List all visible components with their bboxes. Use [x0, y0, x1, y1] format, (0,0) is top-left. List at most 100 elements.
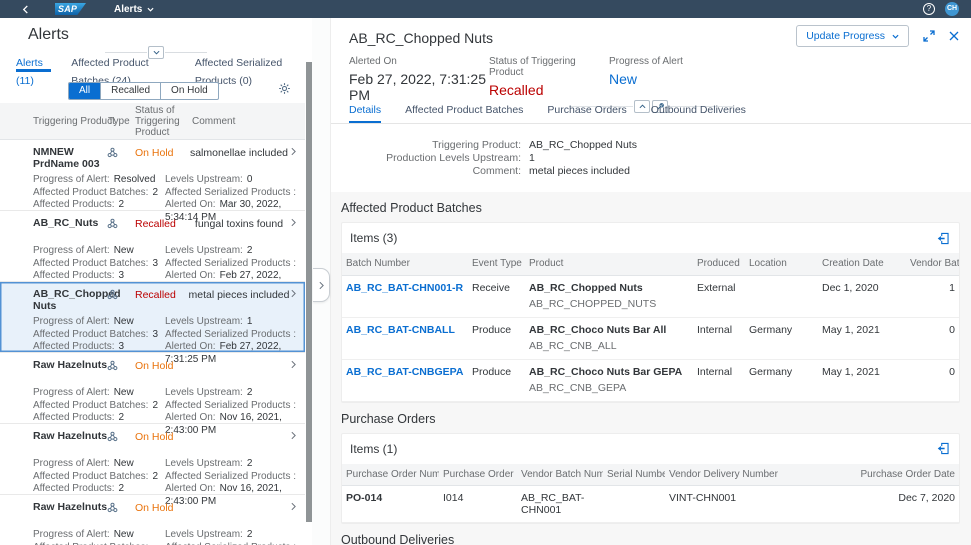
alert-list-item[interactable]: Raw Hazelnuts On Hold Progress of Alert:…	[0, 353, 305, 424]
alert-detail-panel: AB_RC_Chopped Nuts Update Progress Alert…	[330, 18, 971, 545]
alert-list-item[interactable]: NMNEW PrdName 003 On Hold salmonellae in…	[0, 140, 305, 211]
chevron-right-icon[interactable]	[291, 289, 296, 301]
batches-table-body: AB_RC_BAT-CHN001-R Receive AB_RC_Chopped…	[342, 275, 959, 401]
detail-tab-3[interactable]: Outbound Deliveries	[651, 99, 746, 123]
chevron-down-icon	[892, 34, 899, 39]
batches-table-header: Batch NumberEvent TypeProductProducedLoc…	[342, 253, 959, 275]
column-header: Vendor Batches	[906, 253, 959, 275]
batch-number-link[interactable]: AB_RC_BAT-CNBALL	[346, 324, 455, 336]
batch-cluster-icon	[107, 360, 118, 374]
form-label: Comment:	[331, 165, 521, 178]
form-row: Production Levels Upstream: 1	[331, 152, 971, 165]
gear-icon[interactable]	[278, 82, 291, 98]
form-value: metal pieces included	[529, 165, 630, 178]
panel-expander-handle[interactable]	[313, 268, 330, 302]
column-header: Location	[745, 253, 818, 275]
detail-tab-2[interactable]: Purchase Orders	[547, 99, 626, 123]
batches-items-title: Items (3)	[350, 231, 397, 245]
section-title-batches: Affected Product Batches	[331, 192, 971, 222]
column-header: Purchase Order Number	[342, 464, 439, 486]
column-header-comment: Comment	[192, 116, 235, 127]
po-table-body: PO-014 I014 AB_RC_BAT-CHN001 VINT-CHN001…	[342, 486, 959, 523]
alerts-table-header: Triggering Product Type Status of Trigge…	[0, 103, 305, 140]
alert-status: On Hold	[135, 431, 174, 443]
table-row[interactable]: PO-014 I014 AB_RC_BAT-CHN001 VINT-CHN001…	[342, 486, 959, 523]
chevron-right-icon[interactable]	[291, 431, 296, 443]
alert-product-name: Raw Hazelnuts	[33, 360, 115, 372]
column-header-type: Type	[108, 116, 130, 127]
master-tab-0[interactable]: Alerts (11)	[16, 54, 51, 72]
detail-tab-0[interactable]: Details	[349, 99, 381, 123]
detail-title: AB_RC_Chopped Nuts	[349, 30, 493, 46]
master-tab-1[interactable]: Affected Product Batches (24)	[71, 54, 175, 72]
details-form: Triggering Product: AB_RC_Chopped Nuts P…	[331, 124, 971, 192]
status-label: Status of Triggering Product	[489, 56, 609, 78]
filter-button-1[interactable]: Recalled	[100, 83, 160, 99]
chevron-right-icon	[319, 281, 324, 290]
detail-tab-1[interactable]: Affected Product Batches	[405, 99, 523, 123]
detail-header: AB_RC_Chopped Nuts Update Progress Alert…	[331, 18, 971, 124]
column-header: Product	[525, 253, 693, 275]
alert-comment: fungal toxins found	[188, 218, 290, 230]
batch-cluster-icon	[107, 502, 118, 516]
purchase-orders-table: Purchase Order NumberPurchase Order Item…	[342, 464, 959, 524]
chevron-right-icon[interactable]	[291, 147, 296, 159]
alert-status: Recalled	[135, 289, 176, 301]
filter-button-0[interactable]: All	[69, 83, 100, 99]
master-scrollbar[interactable]	[306, 62, 312, 522]
alert-list: NMNEW PrdName 003 On Hold salmonellae in…	[0, 140, 305, 545]
progress-label: Progress of Alert	[609, 56, 683, 67]
column-header: Batch Number	[342, 253, 468, 275]
update-progress-button[interactable]: Update Progress	[796, 25, 909, 47]
form-row: Triggering Product: AB_RC_Chopped Nuts	[331, 139, 971, 152]
alert-product-name: Raw Hazelnuts	[33, 502, 115, 514]
table-row[interactable]: AB_RC_BAT-CHN001-R Receive AB_RC_Chopped…	[342, 275, 959, 317]
export-icon[interactable]	[937, 232, 950, 245]
batch-number-link[interactable]: AB_RC_BAT-CNBGEPA	[346, 366, 463, 378]
help-icon[interactable]: ?	[923, 3, 935, 15]
form-label: Triggering Product:	[331, 139, 521, 152]
column-header: Purchase Order Date	[805, 464, 959, 486]
alert-status: On Hold	[135, 360, 174, 372]
master-tabs: Alerts (11) Affected Product Batches (24)…	[0, 54, 304, 72]
chevron-right-icon[interactable]	[291, 502, 296, 514]
alert-product-name: AB_RC_Chopped Nuts	[33, 289, 115, 312]
chevron-right-icon[interactable]	[291, 360, 296, 372]
purchase-orders-card: Items (1) Purchase Order NumberPurchase …	[341, 433, 960, 525]
form-row: Comment: metal pieces included	[331, 165, 971, 178]
export-icon[interactable]	[937, 442, 950, 455]
table-row[interactable]: AB_RC_BAT-CNBALL Produce AB_RC_Choco Nut…	[342, 317, 959, 359]
batch-cluster-icon	[107, 218, 118, 232]
alerts-master-panel: Alerts Alerts (11)Affected Product Batch…	[0, 18, 312, 545]
alert-list-item[interactable]: AB_RC_Nuts Recalled fungal toxins found …	[0, 211, 305, 282]
status-value: Recalled	[489, 82, 609, 98]
form-label: Production Levels Upstream:	[331, 152, 521, 165]
alert-details: Progress of Alert:New Levels Upstream:2 …	[33, 529, 305, 545]
section-title-purchase-orders: Purchase Orders	[331, 403, 971, 433]
shell-app-title[interactable]: Alerts	[114, 4, 154, 15]
alert-list-item[interactable]: Raw Hazelnuts On Hold Progress of Alert:…	[0, 424, 305, 495]
expand-icon[interactable]	[923, 30, 935, 42]
column-header: Vendor Batch Number	[517, 464, 603, 486]
batch-number-link[interactable]: AB_RC_BAT-CHN001-R	[346, 282, 463, 294]
alert-comment: salmonellae included	[188, 147, 290, 159]
batches-table: Batch NumberEvent TypeProductProducedLoc…	[342, 253, 959, 402]
chevron-right-icon[interactable]	[291, 218, 296, 230]
avatar[interactable]: CH	[945, 2, 959, 16]
back-icon[interactable]	[22, 5, 29, 14]
alert-status: Recalled	[135, 218, 176, 230]
alert-list-item[interactable]: AB_RC_Chopped Nuts Recalled metal pieces…	[0, 282, 305, 353]
alert-list-item[interactable]: Raw Hazelnuts On Hold Progress of Alert:…	[0, 495, 305, 545]
master-tab-2[interactable]: Affected Serialized Products (0)	[195, 54, 304, 72]
column-header: Purchase Order Item	[439, 464, 517, 486]
column-header-triggering-product: Triggering Product	[33, 116, 115, 127]
status-filter: AllRecalledOn Hold	[68, 82, 219, 100]
filter-button-2[interactable]: On Hold	[160, 83, 218, 99]
form-value: 1	[529, 152, 535, 165]
table-row[interactable]: AB_RC_BAT-CNBGEPA Produce AB_RC_Choco Nu…	[342, 359, 959, 401]
column-header: Produced	[693, 253, 745, 275]
close-icon[interactable]	[949, 31, 959, 41]
sap-logo[interactable]: SAP	[55, 3, 86, 15]
detail-content: Triggering Product: AB_RC_Chopped Nuts P…	[331, 124, 971, 545]
alert-comment: metal pieces included	[188, 289, 290, 301]
